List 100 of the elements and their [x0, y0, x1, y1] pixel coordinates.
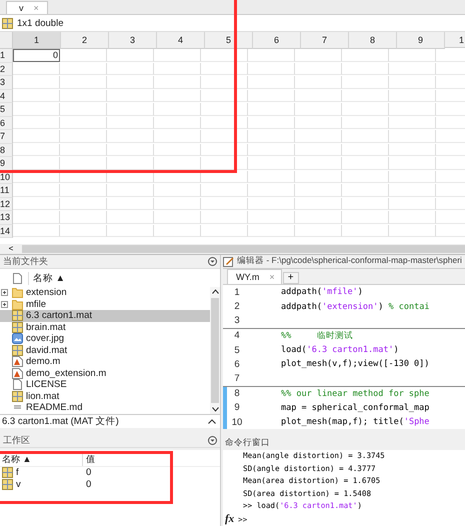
column-header[interactable]: 名称 ▲ [28, 272, 66, 284]
file-item[interactable]: brain.mat [0, 322, 210, 333]
table-cell [342, 49, 389, 62]
collapse-icon[interactable] [208, 419, 216, 424]
file-icon [12, 379, 23, 390]
table-cell [60, 224, 107, 237]
table-cell [248, 184, 295, 196]
column-header[interactable]: 8 [349, 32, 397, 49]
column-header[interactable]: 4 [157, 32, 205, 49]
table-cell [13, 170, 60, 183]
folder-icon [12, 298, 23, 310]
column-header[interactable]: 2 [61, 32, 109, 49]
row-header[interactable]: 5 [0, 103, 13, 116]
table-cell [342, 144, 389, 156]
table-cell [107, 224, 154, 237]
table-cell [60, 211, 107, 224]
row-header[interactable]: 3 [0, 76, 13, 90]
file-item[interactable]: lion.mat [0, 390, 210, 402]
scroll-down-icon[interactable] [212, 407, 218, 412]
row-header[interactable]: 13 [0, 211, 13, 224]
panel-title: 命令行窗口 [225, 437, 270, 450]
row-header[interactable]: 2 [0, 62, 13, 76]
table-cell [295, 157, 342, 170]
column-header[interactable]: 1 [445, 32, 465, 48]
table-cell [389, 130, 436, 142]
row-header[interactable]: 4 [0, 90, 13, 103]
column-header[interactable]: 6 [253, 32, 301, 49]
row-header[interactable]: 7 [0, 130, 13, 144]
table-cell [389, 49, 436, 62]
table-cell [248, 198, 295, 210]
folder-icon [12, 287, 23, 298]
scroll-left-button[interactable]: < [0, 244, 22, 254]
expand-icon[interactable] [1, 289, 8, 296]
column-header[interactable]: 7 [301, 32, 349, 49]
file-item[interactable]: LICENSE [0, 379, 210, 390]
grid-icon [12, 310, 23, 322]
row-header[interactable]: 8 [0, 144, 13, 157]
column-header[interactable]: 5 [205, 32, 253, 49]
code-line: plot_mesh(map,f); title('Sphe [281, 417, 430, 428]
variable-size-label: 1x1 double [17, 18, 64, 28]
table-cell [154, 224, 201, 237]
table-cell [248, 49, 295, 62]
column-header[interactable]: 名称 ▲ [0, 452, 82, 466]
table-cell [295, 144, 342, 156]
dropdown-icon[interactable] [208, 436, 217, 445]
line-number: 8 [233, 388, 241, 400]
table-cell [389, 62, 436, 75]
file-item[interactable]: README.md [0, 402, 210, 414]
file-item[interactable]: demo_extension.m [0, 368, 210, 379]
table-cell [107, 90, 154, 102]
scroll-up-icon[interactable] [212, 289, 218, 294]
line-number: 7 [233, 373, 241, 384]
table-cell [60, 198, 107, 210]
function-browser-button[interactable]: fx [225, 513, 234, 525]
row-header[interactable]: 14 [0, 224, 13, 238]
row-header[interactable]: 1 [0, 49, 13, 62]
line-number: 3 [233, 315, 241, 326]
column-header[interactable]: 3 [109, 32, 157, 49]
row-header[interactable]: 9 [0, 157, 13, 170]
column-header[interactable]: 9 [397, 32, 445, 49]
file-item[interactable]: mfile [0, 298, 210, 310]
grid-icon [2, 18, 13, 28]
table-cell [13, 184, 60, 196]
table-cell [248, 103, 295, 116]
line-number: 6 [233, 358, 241, 370]
dropdown-icon[interactable] [208, 257, 217, 266]
file-item[interactable]: extension [0, 287, 210, 298]
row-header[interactable]: 12 [0, 198, 13, 211]
table-cell [154, 76, 201, 88]
new-tab-button[interactable]: + [282, 272, 299, 284]
file-item[interactable]: 6.3 carton1.mat [0, 310, 210, 322]
variable-tab[interactable]: v × [6, 1, 48, 14]
table-cell [154, 62, 201, 75]
file-item[interactable]: demo.m [0, 356, 210, 368]
file-item[interactable]: david.mat [0, 344, 210, 356]
column-header[interactable]: 1 [13, 32, 61, 49]
file-tab[interactable]: WY.m × [227, 269, 282, 284]
corner-cell[interactable] [0, 32, 13, 49]
variable-name[interactable]: f [16, 467, 19, 478]
table-cell [295, 224, 342, 237]
table-cell [342, 116, 389, 129]
table-cell [342, 130, 389, 142]
line-number: 1 [233, 286, 241, 298]
variable-name[interactable]: v [16, 478, 21, 490]
variable-value: 0 [85, 467, 92, 478]
table-cell [342, 184, 389, 196]
file-item[interactable]: cover.jpg [0, 333, 210, 344]
table-cell [248, 224, 295, 237]
table-cell [13, 116, 60, 129]
table-cell: 0 [13, 49, 60, 62]
row-header[interactable]: 11 [0, 184, 13, 198]
column-header[interactable]: 值 [82, 452, 146, 466]
code-line: addpath('extension') % contai [281, 302, 430, 312]
table-cell [295, 90, 342, 102]
expand-icon[interactable] [1, 300, 8, 308]
row-header[interactable]: 6 [0, 116, 13, 130]
table-cell [248, 116, 295, 129]
table-cell [107, 103, 154, 116]
table-cell [295, 198, 342, 210]
table-cell [248, 76, 295, 88]
